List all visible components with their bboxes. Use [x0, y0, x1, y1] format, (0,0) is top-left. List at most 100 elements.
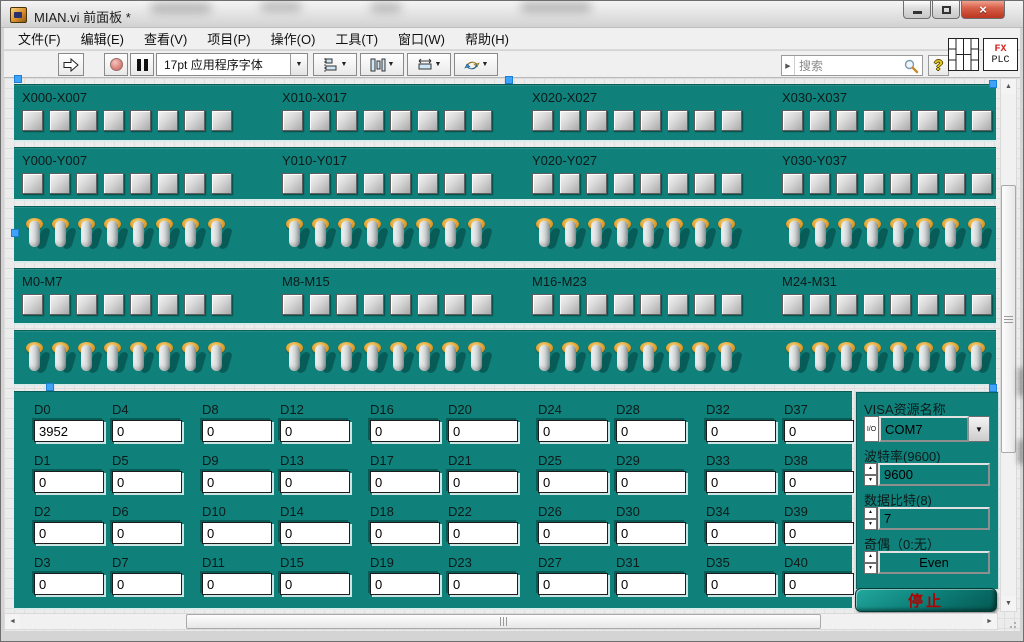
toggle-switch[interactable]	[130, 339, 149, 379]
baud-rate-field[interactable]: 9600	[878, 463, 990, 486]
toggle-switch[interactable]	[364, 339, 383, 379]
d-register-field[interactable]: 0	[370, 573, 440, 595]
d-register-field[interactable]: 0	[538, 471, 608, 493]
distribute-objects-button[interactable]: ▼	[360, 53, 404, 76]
toggle-switch[interactable]	[78, 215, 97, 255]
toggle-switch[interactable]	[364, 215, 383, 255]
toggle-switch[interactable]	[416, 215, 435, 255]
scroll-left-icon[interactable]: ◄	[5, 614, 20, 629]
toggle-switch[interactable]	[536, 215, 555, 255]
font-selector[interactable]: 17pt 应用程序字体 ▼	[156, 53, 308, 76]
menu-file[interactable]: 文件(F)	[8, 27, 71, 50]
toggle-switch[interactable]	[968, 215, 987, 255]
selection-handle[interactable]	[11, 229, 19, 237]
d-register-field[interactable]: 0	[370, 471, 440, 493]
resize-objects-button[interactable]: ▼	[407, 53, 451, 76]
scroll-up-icon[interactable]: ▲	[1001, 79, 1016, 94]
d-register-field[interactable]: 0	[448, 522, 518, 544]
d-register-field[interactable]: 0	[616, 522, 686, 544]
d-register-field[interactable]: 0	[202, 471, 272, 493]
d-register-field[interactable]: 0	[616, 420, 686, 442]
d-register-field[interactable]: 0	[448, 471, 518, 493]
toggle-switch[interactable]	[468, 339, 487, 379]
d-register-field[interactable]: 0	[370, 420, 440, 442]
d-register-field[interactable]: 0	[280, 522, 350, 544]
visa-resource-value[interactable]: COM7	[879, 416, 969, 442]
d-register-field[interactable]: 0	[706, 522, 776, 544]
increment-icon[interactable]: ▲	[864, 551, 877, 563]
d-register-field[interactable]: 0	[34, 471, 104, 493]
toggle-switch[interactable]	[390, 215, 409, 255]
stop-button[interactable]: 停止	[855, 588, 997, 612]
toggle-switch[interactable]	[312, 339, 331, 379]
reorder-objects-button[interactable]: ▼	[454, 53, 498, 76]
d-register-field[interactable]: 0	[34, 522, 104, 544]
vi-icon[interactable]: FX PLC	[983, 38, 1018, 71]
selection-handle[interactable]	[14, 75, 22, 83]
toggle-switch[interactable]	[442, 215, 461, 255]
scroll-right-icon[interactable]: ►	[982, 614, 997, 629]
toggle-switch[interactable]	[812, 215, 831, 255]
menu-view[interactable]: 查看(V)	[134, 27, 197, 50]
toggle-switch[interactable]	[104, 215, 123, 255]
toggle-switch[interactable]	[468, 215, 487, 255]
toggle-switch[interactable]	[916, 215, 935, 255]
toggle-switch[interactable]	[536, 339, 555, 379]
d-register-field[interactable]: 0	[202, 573, 272, 595]
d-register-field[interactable]: 0	[706, 471, 776, 493]
toggle-switch[interactable]	[130, 215, 149, 255]
d-register-field[interactable]: 0	[784, 471, 854, 493]
toggle-switch[interactable]	[812, 339, 831, 379]
toggle-switch[interactable]	[968, 339, 987, 379]
d-register-field[interactable]: 0	[34, 573, 104, 595]
toggle-switch[interactable]	[786, 215, 805, 255]
toggle-switch[interactable]	[588, 339, 607, 379]
toggle-switch[interactable]	[666, 339, 685, 379]
d-register-field[interactable]: 0	[202, 522, 272, 544]
toggle-switch[interactable]	[26, 215, 45, 255]
decrement-icon[interactable]: ▼	[864, 475, 877, 487]
toggle-switch[interactable]	[182, 339, 201, 379]
d-register-field[interactable]: 0	[538, 573, 608, 595]
chevron-down-icon[interactable]: ▼	[290, 54, 307, 75]
pause-button[interactable]	[130, 53, 154, 76]
toggle-switch[interactable]	[588, 215, 607, 255]
selection-handle[interactable]	[46, 383, 54, 391]
toggle-switch[interactable]	[416, 339, 435, 379]
d-register-field[interactable]: 0	[112, 522, 182, 544]
toggle-switch[interactable]	[666, 215, 685, 255]
d-register-field[interactable]: 0	[784, 522, 854, 544]
vertical-scroll-thumb[interactable]	[1001, 185, 1016, 453]
toggle-switch[interactable]	[442, 339, 461, 379]
toggle-switch[interactable]	[156, 339, 175, 379]
d-register-field[interactable]: 3952	[34, 420, 104, 442]
toggle-switch[interactable]	[208, 215, 227, 255]
toggle-switch[interactable]	[156, 215, 175, 255]
d-register-field[interactable]: 0	[538, 420, 608, 442]
toggle-switch[interactable]	[838, 339, 857, 379]
horizontal-scrollbar[interactable]: ◄ ►	[4, 613, 998, 630]
toggle-switch[interactable]	[52, 215, 71, 255]
d-register-field[interactable]: 0	[370, 522, 440, 544]
toggle-switch[interactable]	[942, 339, 961, 379]
toggle-switch[interactable]	[286, 339, 305, 379]
parity-field[interactable]: Even	[878, 551, 990, 574]
menu-help[interactable]: 帮助(H)	[455, 27, 519, 50]
visa-resource-dropdown[interactable]: I/O COM7 ▼	[864, 416, 990, 442]
toggle-switch[interactable]	[52, 339, 71, 379]
menu-edit[interactable]: 编辑(E)	[71, 27, 134, 50]
toggle-switch[interactable]	[26, 339, 45, 379]
toggle-switch[interactable]	[718, 339, 737, 379]
toggle-switch[interactable]	[864, 215, 883, 255]
toggle-switch[interactable]	[338, 215, 357, 255]
d-register-field[interactable]: 0	[280, 573, 350, 595]
vertical-scrollbar[interactable]: ▲ ▼	[1000, 78, 1017, 612]
menu-operate[interactable]: 操作(O)	[261, 27, 326, 50]
d-register-field[interactable]: 0	[706, 573, 776, 595]
toggle-switch[interactable]	[890, 215, 909, 255]
align-objects-button[interactable]: ▼	[313, 53, 357, 76]
d-register-field[interactable]: 0	[616, 573, 686, 595]
selection-handle[interactable]	[505, 76, 513, 84]
d-register-field[interactable]: 0	[112, 471, 182, 493]
toggle-switch[interactable]	[692, 339, 711, 379]
